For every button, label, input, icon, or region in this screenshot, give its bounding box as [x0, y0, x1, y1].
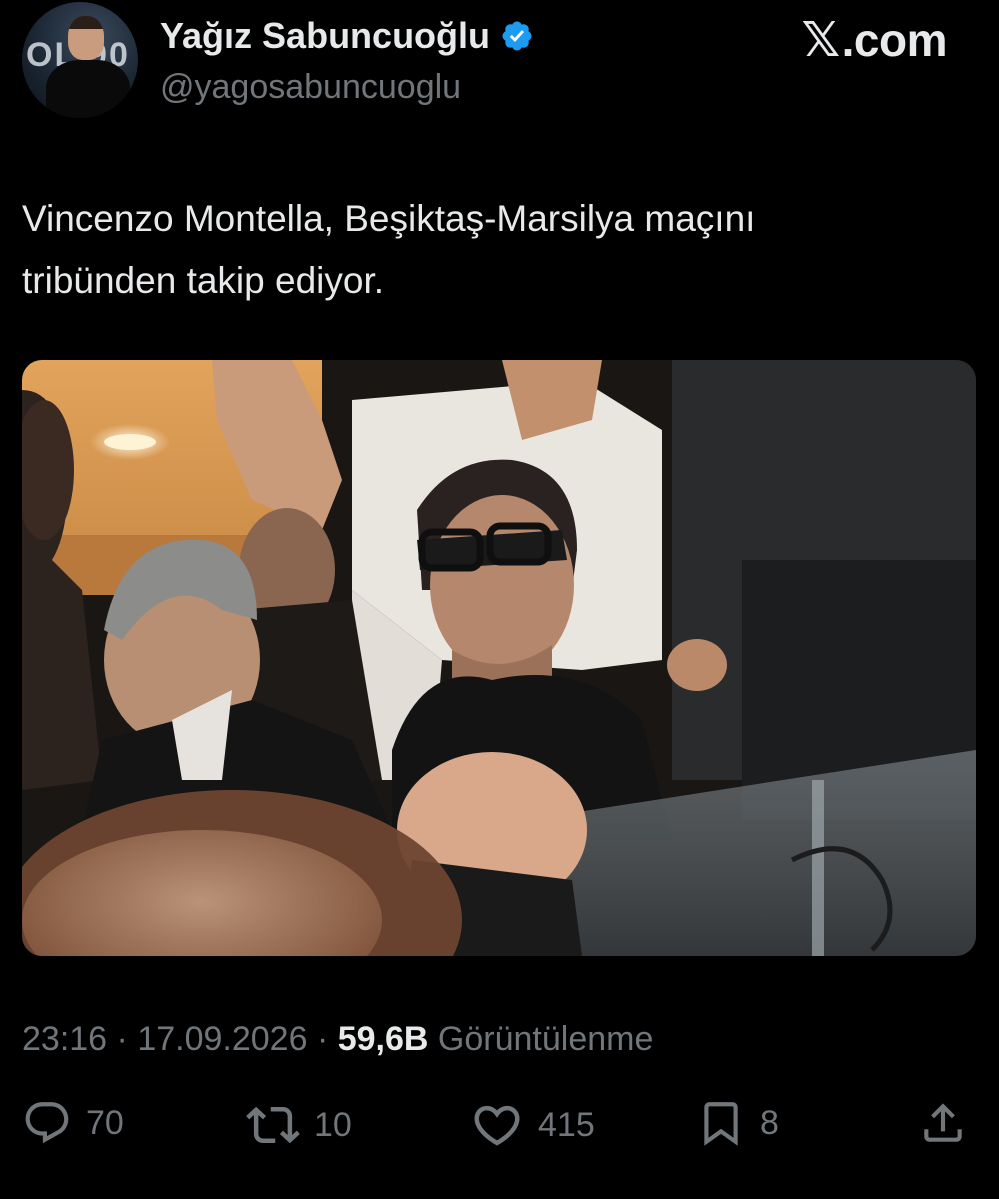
brand-domain-label: .com — [841, 14, 948, 66]
x-brand-logo: 𝕏 .com — [801, 12, 947, 68]
meta-separator: · — [116, 1020, 128, 1058]
verified-badge-icon — [500, 19, 534, 53]
avatar-head — [68, 16, 104, 60]
like-button[interactable]: 415 — [470, 1098, 595, 1152]
reply-count: 70 — [86, 1103, 124, 1142]
reply-button[interactable]: 70 — [22, 1098, 124, 1148]
retweet-icon — [246, 1106, 300, 1144]
tweet-screenshot: OL 90 Yağız Sabuncuoğlu @yagosabuncuoglu… — [0, 0, 999, 1199]
meta-separator-2: · — [316, 1020, 329, 1058]
views-label: Görüntülenme — [437, 1020, 654, 1058]
author-name-row[interactable]: Yağız Sabuncuoğlu — [160, 14, 534, 58]
share-icon — [924, 1103, 962, 1142]
reply-icon — [25, 1102, 69, 1144]
x-logo-icon: 𝕏 — [801, 14, 840, 67]
tweet-meta: 23:16 · 17.09.2026 · 59,6B Görüntülenme — [22, 1016, 653, 1062]
bookmark-icon — [704, 1102, 738, 1146]
like-count: 415 — [538, 1105, 595, 1144]
retweet-count: 10 — [314, 1105, 352, 1144]
heart-icon — [474, 1105, 520, 1146]
avatar-body — [46, 60, 130, 118]
stadium-crowd-photo — [22, 360, 976, 956]
views-count[interactable]: 59,6B — [338, 1020, 429, 1058]
share-button[interactable] — [918, 1098, 968, 1148]
avatar[interactable]: OL 90 — [22, 2, 138, 118]
author-handle[interactable]: @yagosabuncuoglu — [160, 66, 461, 108]
tweet-date[interactable]: 17.09.2026 — [137, 1020, 307, 1058]
tweet-time[interactable]: 23:16 — [22, 1020, 107, 1058]
tweet-text-line-1: Vincenzo Montella, Beşiktaş-Marsilya maç… — [22, 198, 756, 239]
tweet-photo[interactable] — [22, 360, 976, 956]
tweet-text-line-2: tribünden takip ediyor. — [22, 260, 385, 301]
tweet-actions-bar: 70 10 415 8 — [0, 1098, 999, 1154]
bookmark-count: 8 — [760, 1103, 779, 1142]
bookmark-button[interactable]: 8 — [696, 1098, 779, 1148]
retweet-button[interactable]: 10 — [246, 1098, 352, 1152]
author-display-name[interactable]: Yağız Sabuncuoğlu — [160, 14, 490, 58]
tweet-text: Vincenzo Montella, Beşiktaş-Marsilya maç… — [22, 188, 962, 312]
